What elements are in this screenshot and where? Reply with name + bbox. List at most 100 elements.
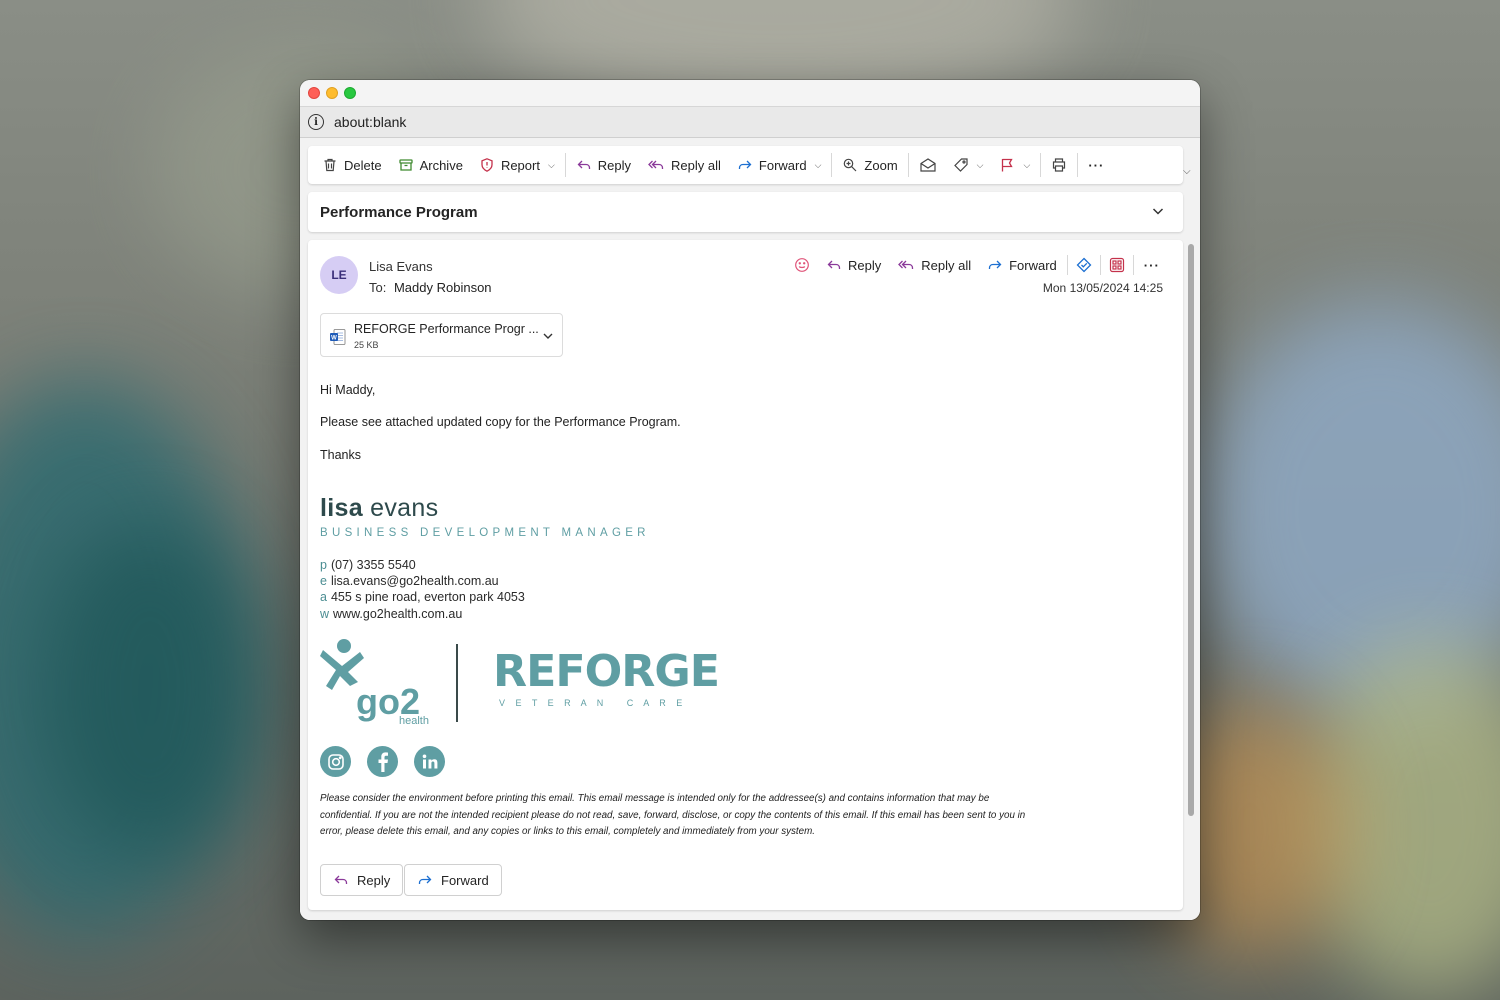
reply-all-button[interactable]: Reply all: [889, 252, 979, 278]
apps-grid-icon: [1109, 257, 1124, 273]
chevron-down-icon[interactable]: ⌵: [1023, 160, 1030, 171]
footer-reply-button[interactable]: Reply: [320, 864, 404, 896]
chevron-down-icon[interactable]: ⌵: [1183, 166, 1191, 177]
chevron-down-icon[interactable]: [542, 330, 554, 342]
mark-read-button[interactable]: [911, 150, 945, 180]
svg-text:V E T E R A N C A R E: V E T E R A N C A R E: [499, 698, 686, 708]
reply-all-icon: [898, 260, 914, 269]
reply-all-button[interactable]: Reply all: [639, 150, 729, 180]
attachment-size: 25 KB: [354, 340, 379, 350]
more-icon: ···: [1143, 257, 1160, 273]
delete-button[interactable]: Delete: [314, 150, 390, 180]
tag-icon: [953, 158, 968, 172]
attachment-card[interactable]: W REFORGE Performance Progr ... 25 KB: [320, 313, 563, 357]
zoom-icon: [844, 158, 857, 172]
signature-title: BUSINESS DEVELOPMENT MANAGER: [320, 527, 650, 539]
svg-text:W: W: [331, 335, 337, 341]
smiley-icon: [795, 258, 809, 272]
instagram-icon[interactable]: [320, 746, 351, 777]
mail-reading-pane: Delete Archive Report ⌵ Reply Reply all: [300, 138, 1200, 920]
print-button[interactable]: [1043, 150, 1075, 180]
reply-icon: [827, 260, 841, 269]
message-actions: Reply Reply all Forward ···: [786, 252, 1168, 278]
categorize-button[interactable]: ⌵: [945, 150, 992, 180]
archive-button[interactable]: Archive: [390, 150, 471, 180]
toolbar-divider: [907, 153, 909, 177]
window-titlebar: [300, 80, 1200, 106]
message-card: LE Lisa Evans To: Maddy Robinson Reply R…: [308, 240, 1183, 910]
recipient-line: To: Maddy Robinson: [369, 280, 492, 295]
svg-text:health: health: [399, 715, 429, 726]
forward-button[interactable]: Forward: [979, 252, 1065, 278]
signature-email[interactable]: e lisa.evans@go2health.com.au: [320, 574, 499, 588]
body-greeting: Hi Maddy,: [320, 383, 376, 397]
archive-icon: [398, 159, 413, 171]
reply-button[interactable]: Reply: [568, 150, 639, 180]
reply-button[interactable]: Reply: [818, 252, 889, 278]
toolbar-divider: [1077, 153, 1079, 177]
more-options-button[interactable]: ···: [1136, 252, 1168, 278]
actions-divider: [1099, 255, 1101, 275]
reply-icon: [577, 160, 590, 169]
signature-website[interactable]: w www.go2health.com.au: [320, 607, 462, 621]
forward-button[interactable]: Forward ⌵: [729, 150, 830, 180]
info-icon[interactable]: i: [308, 114, 324, 130]
received-date: Mon 13/05/2024 14:25: [1042, 281, 1163, 295]
subject-bar: Performance Program: [308, 192, 1183, 232]
logo-divider: [456, 644, 458, 722]
close-window-button[interactable]: [308, 87, 320, 99]
toolbar-divider: [1040, 153, 1042, 177]
flag-button[interactable]: ⌵: [991, 150, 1038, 180]
chevron-down-icon[interactable]: ⌵: [815, 160, 822, 171]
body-signoff: Thanks: [320, 448, 361, 462]
linkedin-icon[interactable]: [414, 746, 445, 777]
url-text: about:blank: [334, 114, 407, 130]
forward-icon: [418, 875, 432, 884]
maximize-window-button[interactable]: [344, 87, 356, 99]
envelope-open-icon: [920, 158, 936, 172]
message-toolbar: Delete Archive Report ⌵ Reply Reply all: [308, 146, 1183, 184]
react-button[interactable]: [786, 252, 818, 278]
facebook-icon[interactable]: [367, 746, 398, 777]
chevron-down-icon[interactable]: [1151, 204, 1165, 218]
browser-window: i about:blank Delete Archive Report ⌵ Re…: [300, 80, 1200, 920]
word-document-icon: W: [330, 329, 346, 345]
reply-all-icon: [648, 160, 664, 169]
signature-address: a 455 s pine road, everton park 4053: [320, 590, 525, 604]
more-options-button[interactable]: ···: [1080, 150, 1112, 180]
subject-title: Performance Program: [320, 203, 478, 221]
forward-icon: [988, 260, 1002, 269]
toolbar-divider: [564, 153, 566, 177]
attachment-name: REFORGE Performance Progr ...: [354, 322, 539, 336]
minimize-window-button[interactable]: [326, 87, 338, 99]
chevron-down-icon[interactable]: ⌵: [548, 160, 555, 171]
zoom-button[interactable]: Zoom: [834, 150, 905, 180]
actions-divider: [1132, 255, 1134, 275]
vertical-scrollbar[interactable]: [1188, 244, 1194, 816]
addin-button[interactable]: [1070, 252, 1098, 278]
flag-icon: [1002, 158, 1014, 172]
toolbar-divider: [831, 153, 833, 177]
svg-text:REFORGE: REFORGE: [493, 648, 719, 697]
forward-icon: [738, 160, 752, 169]
more-icon: ···: [1088, 157, 1105, 173]
signature-phone: p (07) 3355 5540: [320, 558, 416, 572]
avatar[interactable]: LE: [320, 256, 358, 294]
to-label: To:: [369, 280, 387, 295]
apps-button[interactable]: [1103, 252, 1131, 278]
recipient-name[interactable]: Maddy Robinson: [394, 280, 492, 295]
body-paragraph: Please see attached updated copy for the…: [320, 415, 681, 429]
email-disclaimer: Please consider the environment before p…: [320, 793, 1026, 837]
social-links: [320, 746, 445, 777]
address-bar[interactable]: i about:blank: [300, 106, 1200, 138]
printer-icon: [1053, 158, 1066, 172]
report-button[interactable]: Report ⌵: [471, 150, 563, 180]
actions-divider: [1066, 255, 1068, 275]
reforge-logo: REFORGE V E T E R A N C A R E: [493, 648, 720, 708]
footer-forward-button[interactable]: Forward: [404, 864, 502, 896]
reply-icon: [334, 875, 348, 884]
sender-name[interactable]: Lisa Evans: [369, 259, 433, 274]
chevron-down-icon[interactable]: ⌵: [977, 160, 984, 171]
go2-health-logo: go2 health: [320, 639, 429, 726]
diamond-check-icon: [1076, 257, 1092, 273]
